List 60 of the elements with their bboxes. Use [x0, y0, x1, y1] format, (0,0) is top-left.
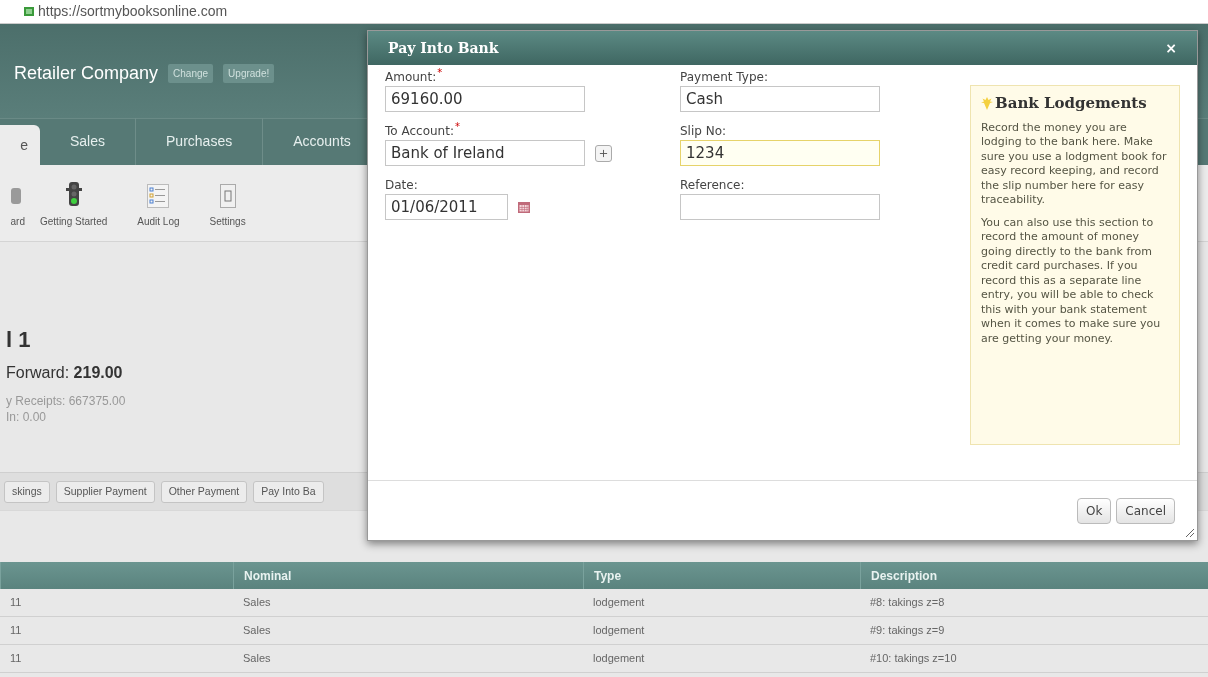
resize-grip-icon[interactable]	[1185, 528, 1195, 538]
field-label: Slip No:	[680, 123, 727, 140]
text-field[interactable]	[680, 194, 880, 220]
action-button[interactable]: Pay Into Ba	[253, 480, 324, 503]
field-label: To Account:	[385, 123, 454, 140]
period-heading: l 1	[6, 327, 31, 353]
table-cell: Sales	[233, 617, 583, 645]
table-cell: lodgement	[583, 645, 860, 673]
table-cell: Sales	[233, 645, 583, 673]
field-label: Reference:	[680, 177, 745, 194]
company-name: Retailer Company	[14, 62, 159, 85]
help-text: You can also use this section to record the amount of money going directly to the bank from credit card purchases. If you record this as a separate line entry, you will be able to check this with your bank statement when it comes to make sure you are getting your money.	[981, 215, 1162, 346]
required-mark: *	[454, 122, 460, 132]
table-cell: Sales	[233, 589, 583, 617]
table-cell: 11	[0, 617, 233, 645]
balance-forward: Forward: 219.00	[6, 363, 124, 383]
text-field[interactable]: 69160.00	[385, 86, 585, 112]
text-field[interactable]: 01/06/2011	[385, 194, 508, 220]
calendar-icon[interactable]	[518, 201, 530, 213]
table-cell: #8: takings z=8	[860, 589, 1208, 617]
plus-icon	[598, 147, 609, 159]
toolbar-button[interactable]: Settings	[194, 184, 261, 229]
text-field[interactable]: Bank of Ireland	[385, 140, 585, 166]
field-label: Payment Type:	[680, 69, 768, 86]
toolbar-button[interactable]: Getting Started	[25, 182, 123, 229]
add-account-button[interactable]	[595, 144, 612, 162]
action-button[interactable]: Other Payment	[160, 480, 248, 503]
dialog-title: Pay Into Bank	[388, 38, 499, 58]
toolbar-button[interactable]: Audit Log	[122, 184, 195, 229]
url-text[interactable]: https://sortmybooksonline.com	[38, 1, 228, 22]
help-title: Bank Lodgements	[995, 93, 1147, 114]
lightbulb-icon	[981, 96, 993, 110]
table-cell: lodgement	[583, 617, 860, 645]
summary-line: In: 0.00	[6, 409, 48, 425]
column-header: Description	[860, 562, 1208, 589]
text-field[interactable]: Cash	[680, 86, 880, 112]
column-header: Type	[583, 562, 860, 589]
table-cell: 11	[0, 589, 233, 617]
table-cell: #9: takings z=9	[860, 617, 1208, 645]
checklist-icon	[147, 184, 170, 208]
required-mark: *	[437, 68, 443, 78]
field-label: Amount:	[385, 69, 437, 86]
action-button[interactable]: skings	[4, 480, 50, 503]
nav-tab[interactable]: e	[0, 125, 40, 165]
table-cell: 11	[0, 645, 233, 673]
table-cell: lodgement	[583, 589, 860, 617]
table-cell: #10: takings z=10	[860, 645, 1208, 673]
dialog-button[interactable]: Cancel	[1116, 497, 1175, 524]
lock-icon	[24, 7, 34, 16]
column-header: Nominal	[233, 562, 583, 589]
text-field[interactable]: 1234	[680, 140, 880, 166]
dialog-button[interactable]: Ok	[1076, 497, 1112, 524]
toolbar-button[interactable]: ard	[0, 184, 25, 229]
light-switch-icon	[219, 184, 236, 208]
traffic-light-icon	[65, 182, 82, 208]
summary-line: y Receipts: 667375.00	[6, 393, 127, 409]
action-button[interactable]: Supplier Payment	[55, 480, 155, 503]
close-button[interactable]: ×	[1165, 37, 1177, 59]
field-label: Date:	[385, 177, 418, 194]
help-text: Record the money you are lodging to the bank here. Make sure you use a lodgment book for easy record keeping, and record the slip number here for easy traceability.	[981, 120, 1168, 208]
